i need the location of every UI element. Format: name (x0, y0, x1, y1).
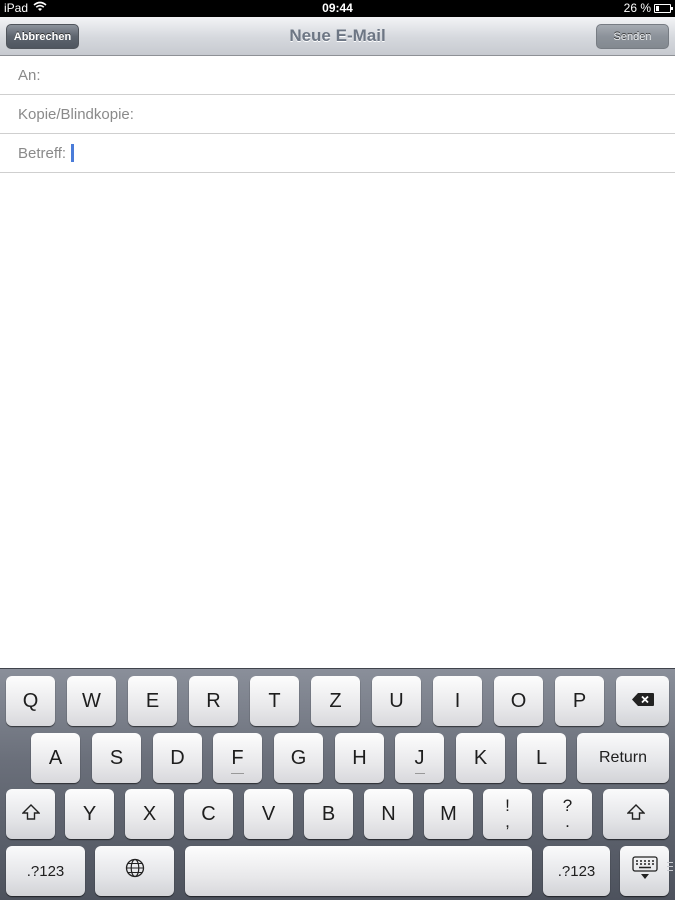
key-d[interactable]: D (153, 733, 202, 783)
battery-fill (656, 6, 659, 11)
key-s[interactable]: S (92, 733, 141, 783)
key-k[interactable]: K (456, 733, 505, 783)
key-r[interactable]: R (189, 676, 238, 726)
key-p[interactable]: P (555, 676, 604, 726)
to-field[interactable]: An: (0, 56, 675, 95)
key-question-period[interactable]: ? . (543, 789, 592, 839)
cc-bcc-field[interactable]: Kopie/Blindkopie: (0, 95, 675, 134)
key-g[interactable]: G (274, 733, 323, 783)
key-b[interactable]: B (304, 789, 353, 839)
return-key[interactable]: Return (577, 733, 669, 783)
subject-field[interactable]: Betreff: (0, 134, 675, 173)
key-f[interactable]: F (213, 733, 262, 783)
key-w[interactable]: W (67, 676, 116, 726)
battery-percent: 26 % (623, 1, 651, 15)
key-a[interactable]: A (31, 733, 80, 783)
key-c[interactable]: C (184, 789, 233, 839)
shift-icon (20, 803, 41, 826)
delete-key[interactable] (616, 676, 669, 726)
space-key[interactable] (185, 846, 532, 896)
numbers-key-right[interactable]: .?123 (543, 846, 610, 896)
key-v[interactable]: V (244, 789, 293, 839)
message-body[interactable] (0, 173, 675, 668)
page-title: Neue E-Mail (289, 26, 386, 45)
key-x[interactable]: X (125, 789, 174, 839)
key-f-label: F (231, 746, 244, 774)
hide-keyboard-key[interactable] (620, 846, 669, 896)
hide-keyboard-icon (631, 856, 658, 886)
key-exclaim-comma[interactable]: ! , (483, 789, 532, 839)
key-y[interactable]: Y (65, 789, 114, 839)
key-comma-label: , (505, 812, 510, 831)
send-button[interactable]: Senden (596, 24, 669, 49)
shift-right-key[interactable] (603, 789, 669, 839)
clock: 09:44 (322, 1, 353, 15)
key-l[interactable]: L (517, 733, 566, 783)
key-h[interactable]: H (335, 733, 384, 783)
key-i[interactable]: I (433, 676, 482, 726)
key-period-label: . (565, 812, 570, 831)
numbers-key-left[interactable]: .?123 (6, 846, 85, 896)
globe-key[interactable] (95, 846, 174, 896)
key-q[interactable]: Q (6, 676, 55, 726)
battery-icon (654, 4, 673, 13)
subject-label: Betreff: (18, 145, 67, 162)
status-right: 26 % (623, 1, 673, 15)
keyboard-grip (667, 862, 673, 874)
status-bar: iPad 09:44 26 % (0, 0, 675, 17)
to-label: An: (18, 67, 41, 84)
key-j-label: J (414, 746, 425, 774)
globe-icon (125, 858, 145, 884)
compose-area: An: Kopie/Blindkopie: Betreff: (0, 56, 675, 668)
shift-left-key[interactable] (6, 789, 55, 839)
text-cursor (71, 144, 74, 162)
key-t[interactable]: T (250, 676, 299, 726)
key-z[interactable]: Z (311, 676, 360, 726)
key-e[interactable]: E (128, 676, 177, 726)
shift-icon (626, 803, 646, 826)
key-o[interactable]: O (494, 676, 543, 726)
key-u[interactable]: U (372, 676, 421, 726)
nav-bar: Abbrechen Neue E-Mail Senden (0, 17, 675, 56)
delete-icon (631, 690, 655, 713)
key-n[interactable]: N (364, 789, 413, 839)
cc-bcc-label: Kopie/Blindkopie: (18, 106, 134, 123)
key-j[interactable]: J (395, 733, 444, 783)
key-m[interactable]: M (424, 789, 473, 839)
keyboard: Q W E R T Z U I O P A S D F G H J K L Re… (0, 668, 675, 900)
